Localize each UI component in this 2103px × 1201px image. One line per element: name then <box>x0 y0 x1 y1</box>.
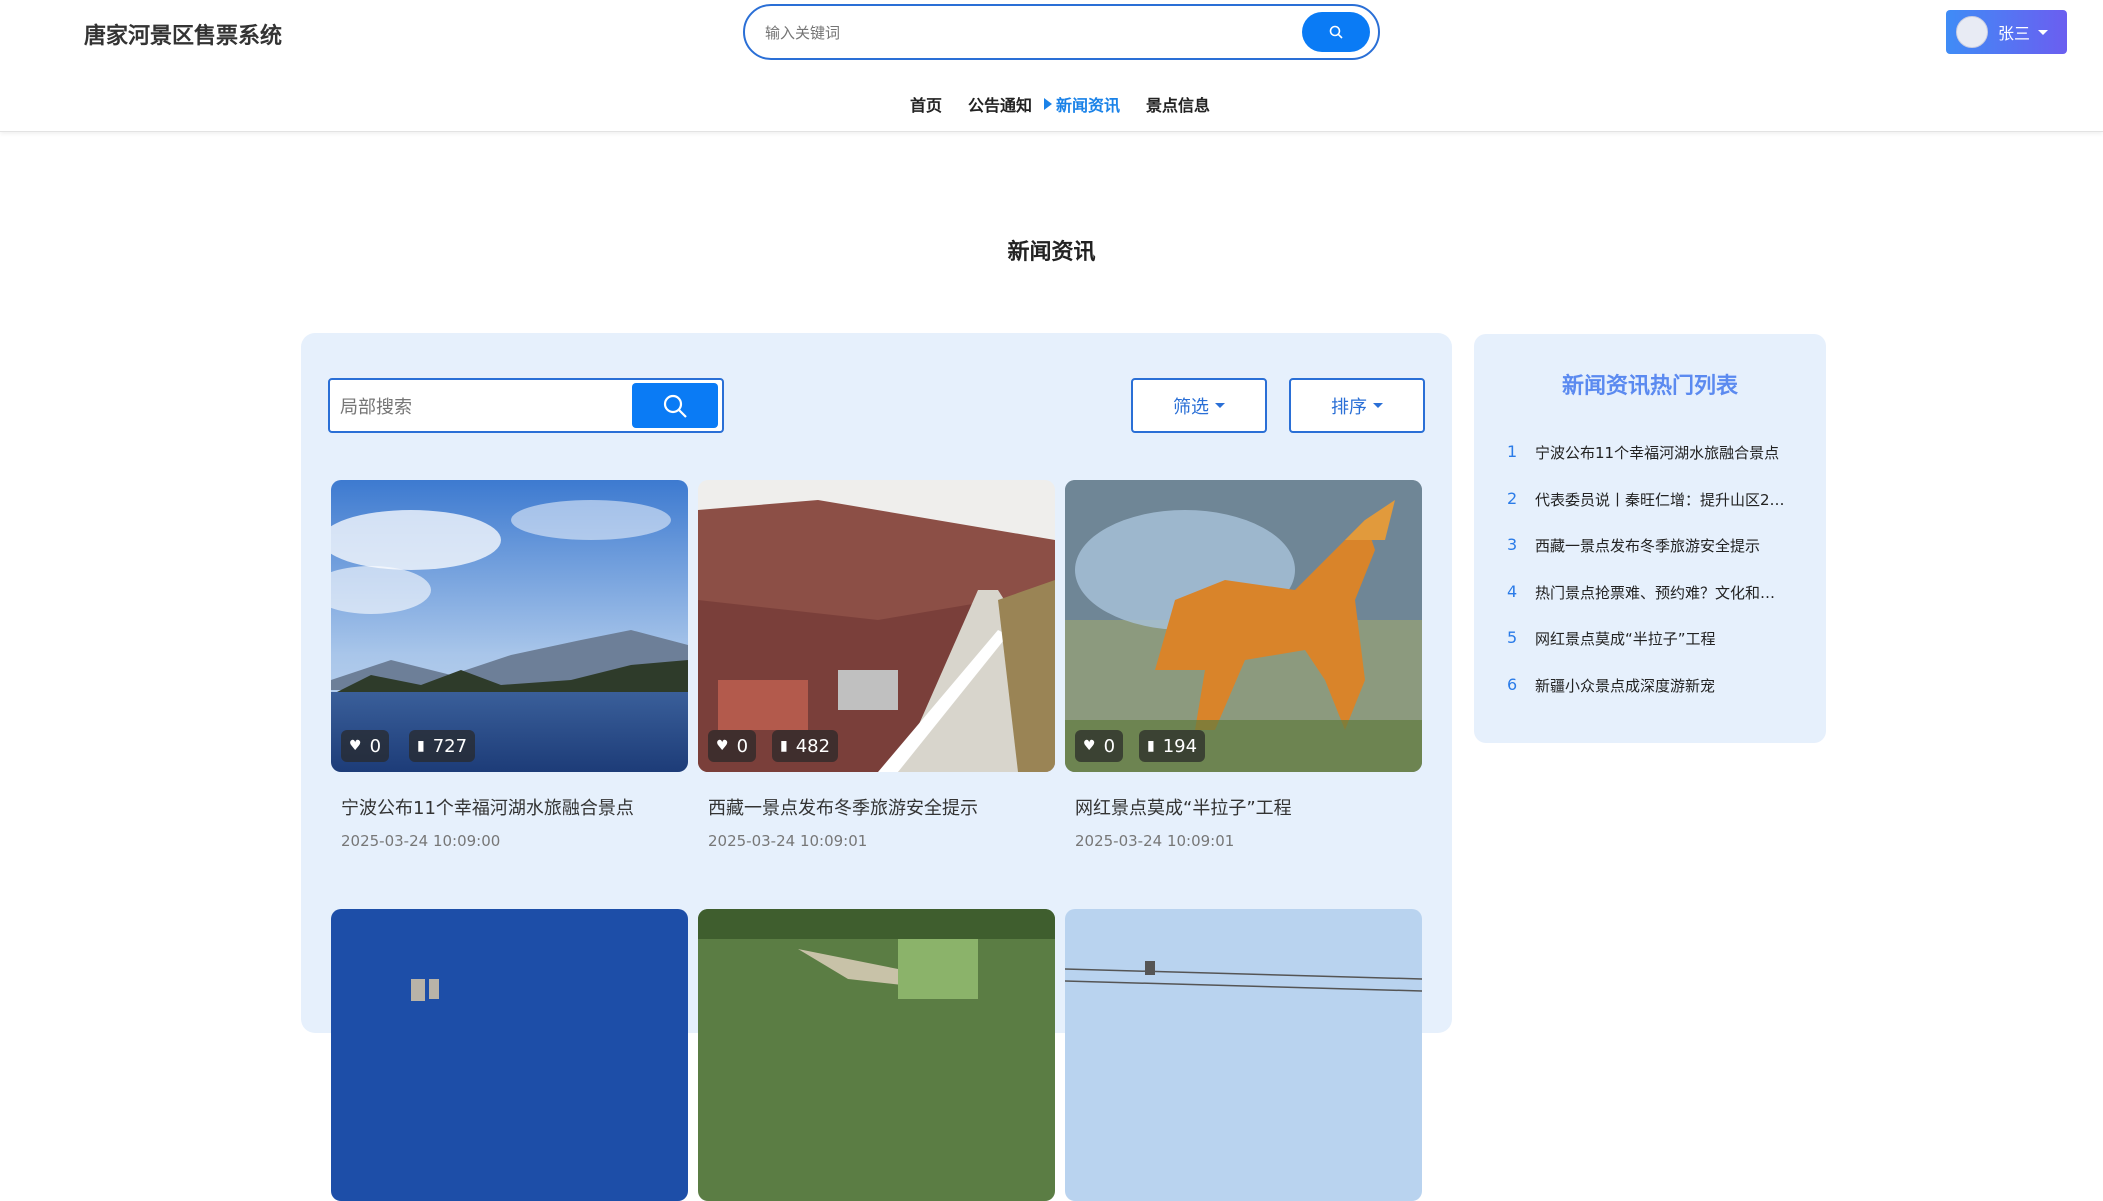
global-search-box <box>743 4 1380 60</box>
news-card-image[interactable] <box>1065 909 1422 1201</box>
collect-count: 194 <box>1162 735 1198 757</box>
like-count: 0 <box>1103 735 1116 757</box>
news-card-date: 2025-03-24 10:09:01 <box>1075 832 1235 850</box>
nav-item-notices[interactable]: 公告通知 <box>968 92 1032 116</box>
news-card[interactable] <box>1065 909 1422 1201</box>
hot-news-panel: 新闻资讯热门列表 1 宁波公布11个幸福河湖水旅融合景点 2 代表委员说丨秦旺仁… <box>1474 334 1826 743</box>
collect-count-badge: ▮ 727 <box>409 730 476 762</box>
hot-news-item[interactable]: 5 网红景点莫成“半拉子”工程 <box>1507 628 1797 675</box>
news-card-date: 2025-03-24 10:09:01 <box>708 832 868 850</box>
sort-label: 排序 <box>1331 396 1367 418</box>
user-menu-button[interactable]: 张三 <box>1946 10 2067 54</box>
collect-count-badge: ▮ 482 <box>772 730 839 762</box>
like-count-badge: ♥ 0 <box>708 730 757 762</box>
hot-news-text[interactable]: 西藏一景点发布冬季旅游安全提示 <box>1535 535 1797 556</box>
like-count: 0 <box>736 735 749 757</box>
site-title[interactable]: 唐家河景区售票系统 <box>84 18 282 50</box>
search-icon <box>1329 25 1343 39</box>
news-list-panel: 筛选 排序 <box>301 333 1452 1201</box>
news-card-title[interactable]: 西藏一景点发布冬季旅游安全提示 <box>708 794 1055 820</box>
collect-count: 482 <box>795 735 831 757</box>
hot-news-text[interactable]: 代表委员说丨秦旺仁增：提升山区2… <box>1535 489 1797 510</box>
news-card-image[interactable] <box>698 909 1055 1201</box>
news-card[interactable]: ♥ 0 ▮ 482 西藏一景点发布冬季旅游安全提示 2025-03-24 10:… <box>698 480 1055 850</box>
global-search-button[interactable] <box>1302 12 1370 52</box>
user-name: 张三 <box>1998 24 2031 43</box>
hot-news-item[interactable]: 3 西藏一景点发布冬季旅游安全提示 <box>1507 535 1797 582</box>
local-search-box <box>328 378 724 433</box>
main-nav: 首页 公告通知 新闻资讯 景点信息 <box>910 92 1236 116</box>
filter-label: 筛选 <box>1173 396 1209 418</box>
lake-scene-image <box>331 480 688 772</box>
news-card-image[interactable]: ♥ 0 ▮ 482 <box>698 480 1055 772</box>
hot-news-text[interactable]: 热门景点抢票难、预约难？文化和… <box>1535 582 1797 603</box>
sort-dropdown-button[interactable]: 排序 <box>1289 378 1425 433</box>
bookmark-icon: ▮ <box>780 738 788 754</box>
hot-news-title: 新闻资讯热门列表 <box>1561 374 1738 399</box>
monastery-scene-image <box>698 480 1055 772</box>
local-search-button[interactable] <box>632 383 718 428</box>
hot-news-rank: 6 <box>1507 674 1518 694</box>
news-card[interactable]: ♥ 0 ▮ 194 网红景点莫成“半拉子”工程 2025-03-24 10:09… <box>1065 480 1422 850</box>
local-search-input[interactable] <box>340 394 620 420</box>
like-count-badge: ♥ 0 <box>1075 730 1124 762</box>
bookmark-icon: ▮ <box>417 738 425 754</box>
news-card-date: 2025-03-24 10:09:00 <box>341 832 501 850</box>
news-card-image[interactable] <box>331 909 688 1201</box>
cable-sky-image <box>1065 909 1422 1201</box>
like-count-badge: ♥ 0 <box>341 730 390 762</box>
hot-news-text[interactable]: 宁波公布11个幸福河湖水旅融合景点 <box>1535 442 1797 463</box>
page-title: 新闻资讯 <box>1007 240 1096 265</box>
news-card[interactable] <box>698 909 1055 1201</box>
hot-news-list: 1 宁波公布11个幸福河湖水旅融合景点 2 代表委员说丨秦旺仁增：提升山区2… … <box>1507 442 1797 721</box>
news-card-title[interactable]: 宁波公布11个幸福河湖水旅融合景点 <box>341 794 688 820</box>
top-header: 唐家河景区售票系统 张三 首页 公告通知 新闻资讯 景点信息 <box>0 0 2103 132</box>
hot-news-rank: 1 <box>1507 442 1518 461</box>
nav-item-news[interactable]: 新闻资讯 <box>1044 92 1120 116</box>
global-search-input[interactable] <box>765 20 1265 46</box>
garden-path-image <box>698 909 1055 1201</box>
hot-news-item[interactable]: 6 新疆小众景点成深度游新宠 <box>1507 675 1797 722</box>
hot-news-rank: 4 <box>1507 581 1518 601</box>
hot-news-item[interactable]: 2 代表委员说丨秦旺仁增：提升山区2… <box>1507 489 1797 536</box>
heart-icon: ♥ <box>349 738 362 754</box>
news-card-image[interactable]: ♥ 0 ▮ 194 <box>1065 480 1422 772</box>
hot-news-rank: 5 <box>1507 628 1518 647</box>
hot-news-rank: 3 <box>1507 535 1518 554</box>
collect-count: 727 <box>432 735 468 757</box>
heart-icon: ♥ <box>716 738 729 754</box>
nav-item-news-label: 新闻资讯 <box>1056 96 1121 115</box>
hot-news-rank: 2 <box>1507 488 1518 508</box>
chevron-down-icon <box>2038 29 2049 35</box>
nav-item-home[interactable]: 首页 <box>910 92 942 116</box>
hot-news-item[interactable]: 4 热门景点抢票难、预约难？文化和… <box>1507 582 1797 629</box>
heart-icon: ♥ <box>1083 738 1096 754</box>
news-card[interactable] <box>331 909 688 1201</box>
horse-mural-image <box>1065 480 1422 772</box>
filter-dropdown-button[interactable]: 筛选 <box>1131 378 1267 433</box>
search-icon <box>663 394 687 418</box>
news-card-image[interactable]: ♥ 0 ▮ 727 <box>331 480 688 772</box>
news-card[interactable]: ♥ 0 ▮ 727 宁波公布11个幸福河湖水旅融合景点 2025-03-24 1… <box>331 480 688 850</box>
hot-news-text[interactable]: 网红景点莫成“半拉子”工程 <box>1535 628 1797 649</box>
night-scene-image <box>331 909 688 1201</box>
like-count: 0 <box>369 735 382 757</box>
collect-count-badge: ▮ 194 <box>1139 730 1206 762</box>
hot-news-text[interactable]: 新疆小众景点成深度游新宠 <box>1535 675 1797 696</box>
bookmark-icon: ▮ <box>1147 738 1155 754</box>
hot-news-item[interactable]: 1 宁波公布11个幸福河湖水旅融合景点 <box>1507 442 1797 489</box>
chevron-down-icon <box>1215 403 1225 408</box>
news-card-title[interactable]: 网红景点莫成“半拉子”工程 <box>1075 794 1422 820</box>
nav-item-attractions[interactable]: 景点信息 <box>1146 92 1210 116</box>
chevron-down-icon <box>1373 403 1383 408</box>
avatar <box>1956 16 1988 48</box>
